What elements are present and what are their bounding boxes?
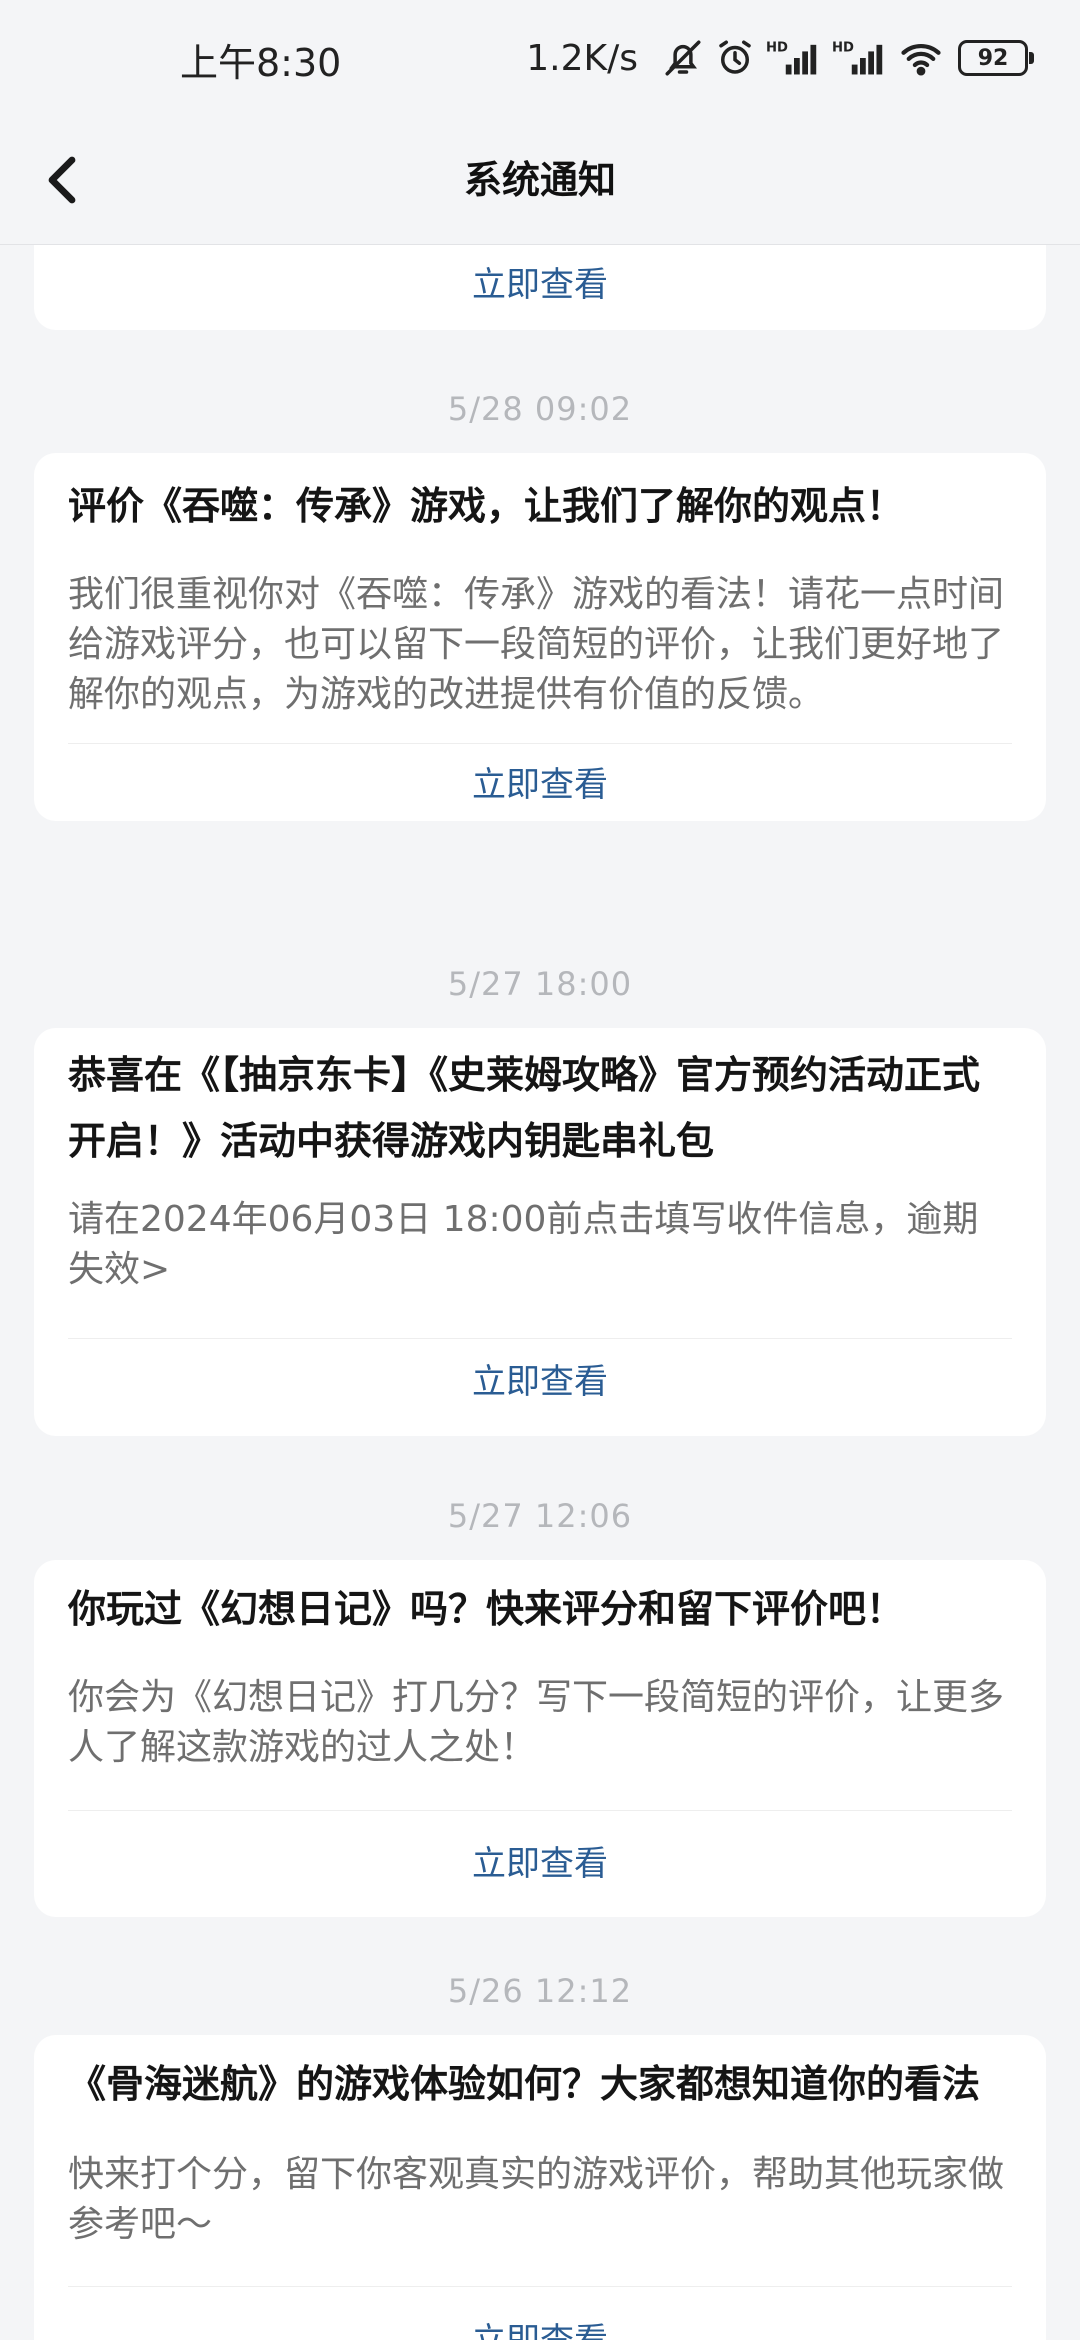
view-now-button[interactable]: 立即查看: [34, 2313, 1046, 2340]
status-bar: 上午8:30 1.2K/s HD HD 92: [0, 0, 1080, 116]
signal-hd-icon-2: HD: [832, 37, 888, 79]
wifi-icon: [898, 37, 944, 79]
notification-body: 我们很重视你对《吞噬：传承》游戏的看法！请花一点时间给游戏评分，也可以留下一段简…: [68, 574, 1005, 715]
status-time: 上午8:30: [180, 41, 342, 85]
notification-body: 快来打个分，留下你客观真实的游戏评价，帮助其他玩家做参考吧～: [68, 2154, 1005, 2245]
status-icons: 1.2K/s HD HD 92: [526, 30, 1034, 86]
card-divider: [68, 1338, 1012, 1339]
nav-header: 系统通知: [0, 116, 1080, 245]
notification-timestamp: 5/27 12:06: [447, 1497, 633, 1535]
notification-card: 立即查看: [34, 245, 1046, 330]
notification-title: 评价《吞噬：传承》游戏，让我们了解你的观点！: [68, 484, 905, 528]
notification-card: 评价《吞噬：传承》游戏，让我们了解你的观点！ 我们很重视你对《吞噬：传承》游戏的…: [34, 453, 1046, 821]
notification-body: 你会为《幻想日记》打几分？写下一段简短的评价，让更多人了解这款游戏的过人之处！: [68, 1677, 1005, 1768]
notification-title: 恭喜在《【抽京东卡】《史莱姆攻略》官方预约活动正式开启！》活动中获得游戏内钥匙串…: [68, 1053, 981, 1163]
view-now-button[interactable]: 立即查看: [34, 1836, 1046, 1885]
notification-title: 你玩过《幻想日记》吗？快来评分和留下评价吧！: [68, 1587, 905, 1631]
network-speed: 1.2K/s: [526, 37, 638, 79]
view-now-button[interactable]: 立即查看: [34, 257, 1046, 306]
notification-card: 你玩过《幻想日记》吗？快来评分和留下评价吧！ 你会为《幻想日记》打几分？写下一段…: [34, 1560, 1046, 1917]
svg-text:HD: HD: [766, 40, 788, 55]
card-divider: [68, 1810, 1012, 1811]
view-now-button[interactable]: 立即查看: [34, 757, 1046, 806]
mute-icon: [662, 37, 704, 79]
card-divider: [68, 743, 1012, 744]
notification-card: 恭喜在《【抽京东卡】《史莱姆攻略》官方预约活动正式开启！》活动中获得游戏内钥匙串…: [34, 1028, 1046, 1436]
notification-card: 《骨海迷航》的游戏体验如何？大家都想知道你的看法 快来打个分，留下你客观真实的游…: [34, 2035, 1046, 2340]
battery-icon: 92: [958, 40, 1034, 76]
notification-list[interactable]: 立即查看 5/28 09:02 评价《吞噬：传承》游戏，让我们了解你的观点！ 我…: [0, 245, 1080, 2340]
notification-timestamp: 5/28 09:02: [447, 390, 633, 428]
view-now-button[interactable]: 立即查看: [34, 1354, 1046, 1403]
notification-title: 《骨海迷航》的游戏体验如何？大家都想知道你的看法: [68, 2062, 981, 2106]
signal-hd-icon: HD: [766, 37, 822, 79]
card-divider: [68, 2286, 1012, 2287]
alarm-icon: [714, 37, 756, 79]
svg-text:HD: HD: [832, 40, 854, 55]
notification-timestamp: 5/27 18:00: [447, 965, 633, 1003]
page-title: 系统通知: [463, 158, 616, 202]
notification-body: 请在2024年06月03日 18:00前点击填写收件信息，逾期失效>: [68, 1199, 979, 1290]
notification-timestamp: 5/26 12:12: [447, 1972, 633, 2010]
